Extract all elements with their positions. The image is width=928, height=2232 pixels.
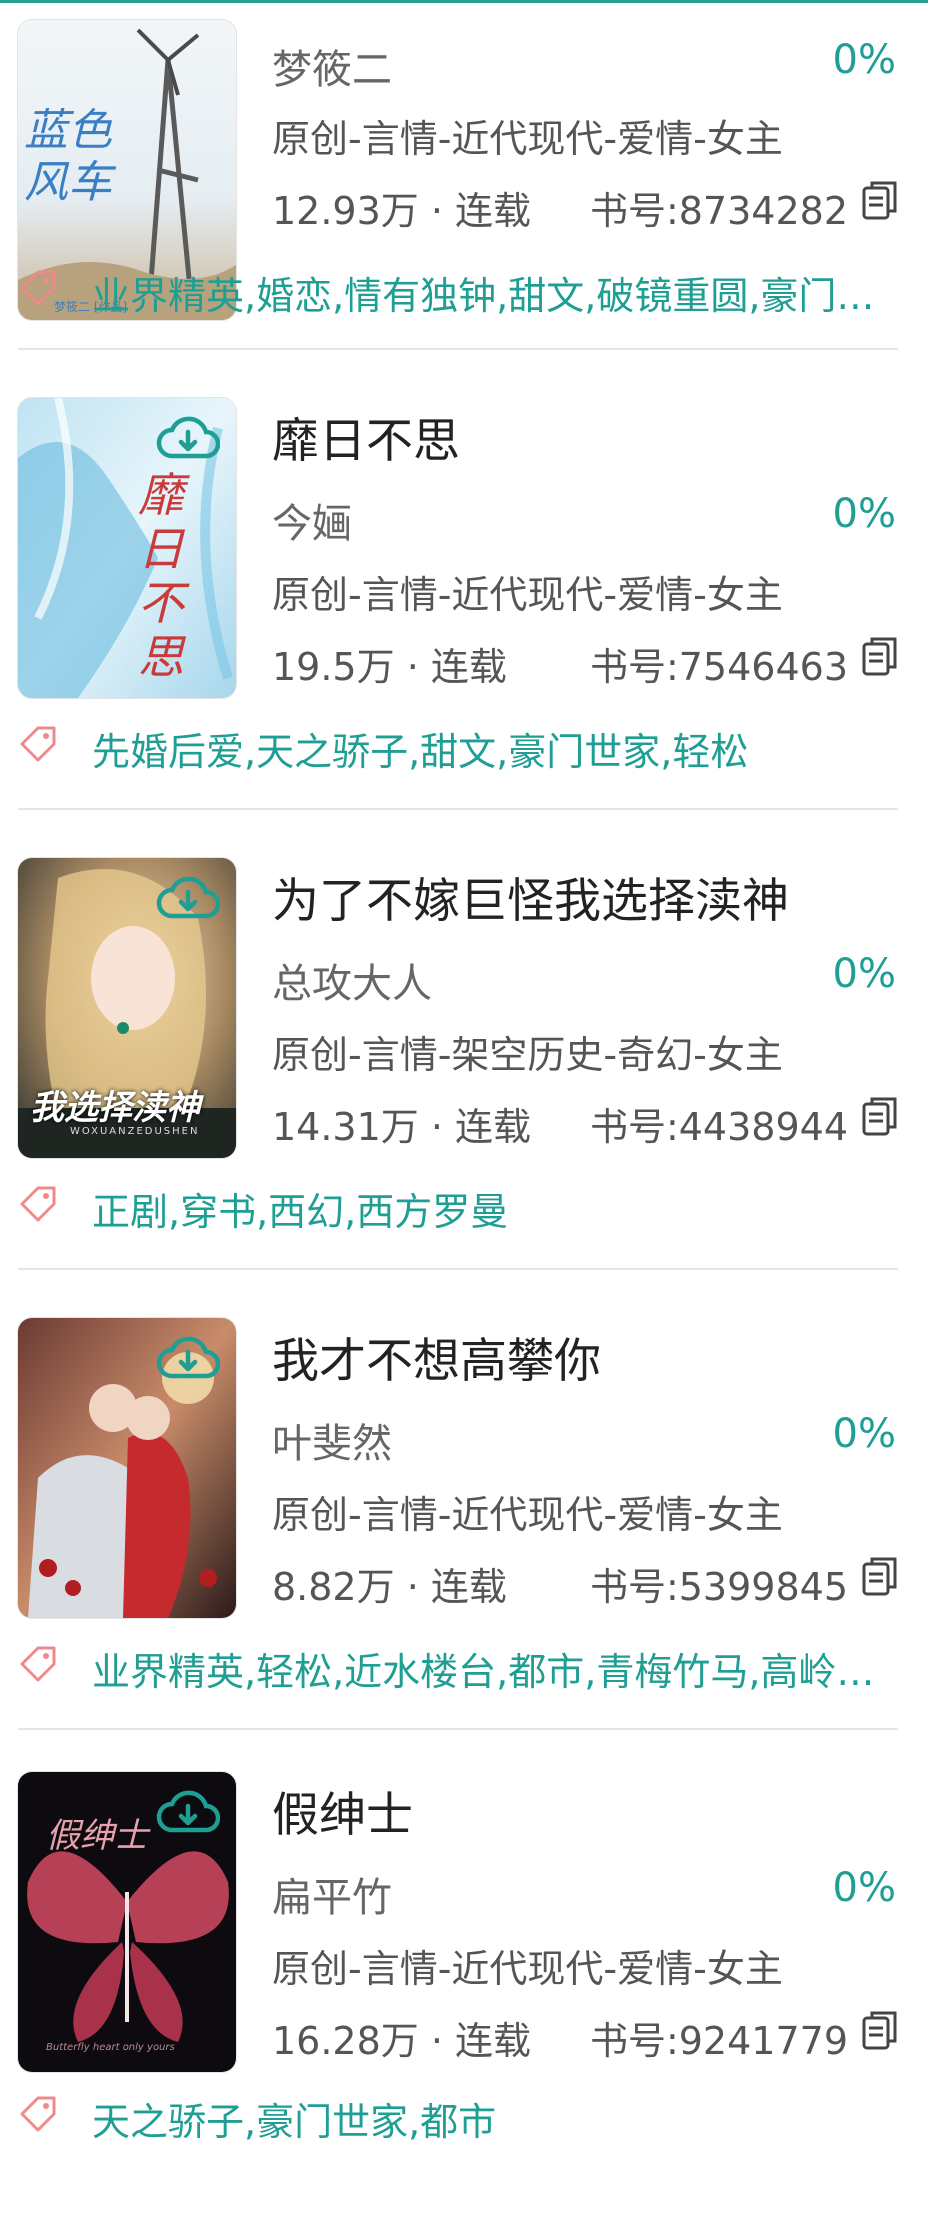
book-author: 扁平竹 bbox=[272, 1875, 392, 1921]
book-author: 今婳 bbox=[272, 501, 352, 547]
word-count-status: 12.93万 · 连载 bbox=[272, 189, 532, 233]
word-count-status: 8.82万 · 连载 bbox=[272, 1565, 507, 1609]
cover-subtitle: Butterfly heart only yours bbox=[46, 2042, 175, 2053]
download-icon[interactable] bbox=[156, 872, 220, 926]
book-cover[interactable]: 假绅士 Butterfly heart only yours bbox=[18, 1772, 236, 2072]
book-item[interactable]: 我才不想高攀你 叶斐然 0% 原创-言情-近代现代-爱情-女主 8.82万 · … bbox=[0, 1318, 928, 1778]
download-icon[interactable] bbox=[156, 1786, 220, 1840]
divider bbox=[18, 1268, 898, 1270]
book-title[interactable]: 假绅士 bbox=[272, 1776, 413, 1845]
read-progress: 0% bbox=[832, 951, 896, 997]
book-tags: 先婚后爱,天之骄子,甜文,豪门世家,轻松 bbox=[92, 730, 749, 774]
book-id: 书号:8734282 bbox=[589, 189, 848, 233]
tag-icon bbox=[20, 1186, 56, 1222]
word-count-status: 14.31万 · 连载 bbox=[272, 1105, 532, 1149]
book-item[interactable]: 假绅士 Butterfly heart only yours 假绅士 扁平竹 0… bbox=[0, 1772, 928, 2232]
tag-icon bbox=[20, 726, 56, 762]
download-icon[interactable] bbox=[156, 1332, 220, 1386]
book-author: 叶斐然 bbox=[272, 1421, 392, 1467]
book-category: 原创-言情-近代现代-爱情-女主 bbox=[272, 1947, 783, 1991]
book-tags: 天之骄子,豪门世家,都市 bbox=[92, 2100, 497, 2144]
read-progress: 0% bbox=[832, 37, 896, 83]
divider bbox=[18, 1728, 898, 1730]
copy-icon[interactable] bbox=[862, 636, 898, 676]
book-tags: 正剧,穿书,西幻,西方罗曼 bbox=[92, 1190, 509, 1234]
word-count-status: 19.5万 · 连载 bbox=[272, 645, 507, 689]
copy-icon[interactable] bbox=[862, 1556, 898, 1596]
book-category: 原创-言情-近代现代-爱情-女主 bbox=[272, 117, 783, 161]
cover-subtitle: WOXUANZEDUSHEN bbox=[70, 1126, 200, 1137]
cover-title: 假绅士 bbox=[46, 1816, 148, 1856]
word-count-status: 16.28万 · 连载 bbox=[272, 2019, 532, 2063]
book-tags: 业界精英,轻松,近水楼台,都市,青梅竹马,高岭… bbox=[92, 1650, 875, 1694]
book-cover[interactable]: 我选择渎神 WOXUANZEDUSHEN bbox=[18, 858, 236, 1158]
tag-icon bbox=[20, 2096, 56, 2132]
book-category: 原创-言情-近代现代-爱情-女主 bbox=[272, 1493, 783, 1537]
divider bbox=[18, 348, 898, 350]
download-icon[interactable] bbox=[156, 412, 220, 466]
book-cover[interactable] bbox=[18, 1318, 236, 1618]
book-item[interactable]: 我选择渎神 WOXUANZEDUSHEN 为了不嫁巨怪我选择渎神 总攻大人 0%… bbox=[0, 858, 928, 1318]
copy-icon[interactable] bbox=[862, 2010, 898, 2050]
tag-icon bbox=[20, 1646, 56, 1682]
copy-icon[interactable] bbox=[862, 1096, 898, 1136]
book-cover[interactable]: 靡日不思 bbox=[18, 398, 236, 698]
book-author: 梦筱二 bbox=[272, 47, 392, 93]
read-progress: 0% bbox=[832, 491, 896, 537]
book-title[interactable]: 我才不想高攀你 bbox=[272, 1322, 601, 1391]
book-title[interactable]: 靡日不思 bbox=[272, 402, 460, 471]
cover-title: 靡日不思 bbox=[138, 468, 184, 684]
book-title[interactable]: 为了不嫁巨怪我选择渎神 bbox=[272, 862, 789, 931]
book-author: 总攻大人 bbox=[272, 961, 432, 1007]
copy-icon[interactable] bbox=[862, 180, 898, 220]
divider bbox=[18, 808, 898, 810]
book-item[interactable]: 靡日不思 靡日不思 今婳 0% 原创-言情-近代现代-爱情-女主 19.5万 ·… bbox=[0, 398, 928, 858]
book-id: 书号:7546463 bbox=[589, 645, 848, 689]
cover-title: 蓝色风车 bbox=[24, 105, 112, 208]
book-tags: 业界精英,婚恋,情有独钟,甜文,破镜重圆,豪门… bbox=[92, 274, 875, 318]
book-item[interactable]: 蓝色风车 梦筱二 [作品] 梦筱二 0% 原创-言情-近代现代-爱情-女主 12… bbox=[0, 0, 928, 350]
book-category: 原创-言情-近代现代-爱情-女主 bbox=[272, 573, 783, 617]
tag-icon bbox=[20, 270, 56, 306]
book-id: 书号:9241779 bbox=[589, 2019, 848, 2063]
read-progress: 0% bbox=[832, 1411, 896, 1457]
read-progress: 0% bbox=[832, 1865, 896, 1911]
book-id: 书号:5399845 bbox=[589, 1565, 848, 1609]
book-category: 原创-言情-架空历史-奇幻-女主 bbox=[272, 1033, 783, 1077]
book-id: 书号:4438944 bbox=[589, 1105, 848, 1149]
cover-title: 我选择渎神 bbox=[30, 1088, 200, 1128]
